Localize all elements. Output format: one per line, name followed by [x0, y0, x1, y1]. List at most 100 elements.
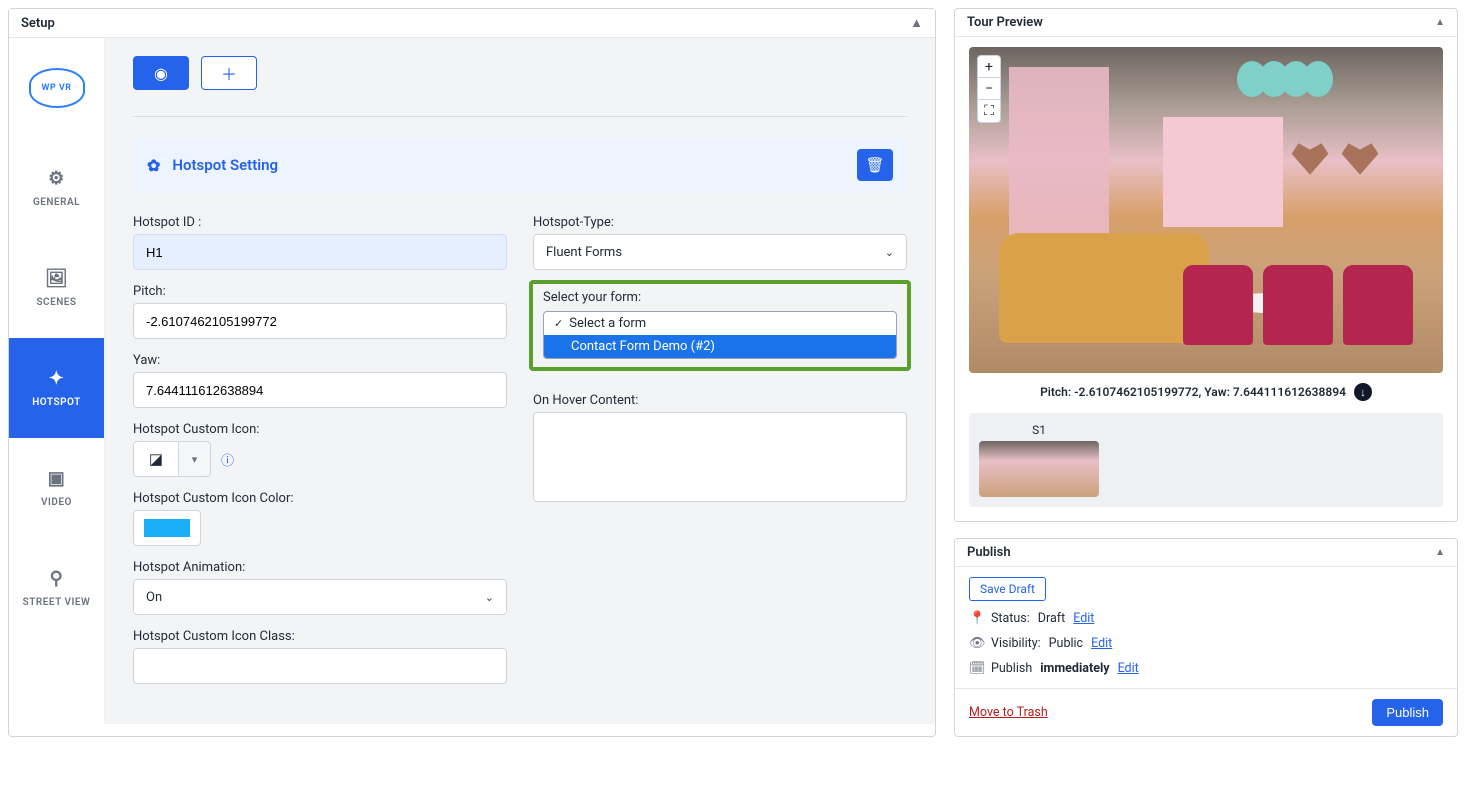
sidebar: WP VR ⚙ GENERAL 🖼 SCENES ✦ HOTSPOT ▣ VID…	[9, 38, 105, 724]
sidebar-item-general[interactable]: ⚙ GENERAL	[9, 138, 104, 238]
edit-visibility-link[interactable]: Edit	[1091, 636, 1112, 651]
decor-balloons	[1245, 61, 1333, 97]
custom-icon-dropdown[interactable]: ▾	[179, 441, 211, 477]
sidebar-item-label: STREET VIEW	[23, 597, 91, 609]
collapse-caret-icon: ▲	[1435, 17, 1445, 28]
eye-icon: 👁	[969, 636, 983, 651]
hotspot-setting-bar: ✿ Hotspot Setting 🗑	[133, 137, 907, 193]
calendar-icon: 🗓	[969, 661, 983, 676]
current-hotspot-button[interactable]: ◉	[133, 56, 189, 90]
animation-value: On	[146, 590, 162, 605]
form-option-contact-demo[interactable]: Contact Form Demo (#2)	[544, 335, 896, 358]
zoom-in-button[interactable]: +	[978, 56, 1000, 78]
zoom-controls: + − ⛶	[977, 55, 1001, 123]
sidebar-item-video[interactable]: ▣ VIDEO	[9, 438, 104, 538]
publish-title: Publish	[967, 545, 1011, 560]
zoom-out-button[interactable]: −	[978, 78, 1000, 100]
pin-icon: 📍	[969, 611, 983, 626]
plus-icon: +	[985, 59, 993, 75]
sidebar-item-hotspot[interactable]: ✦ HOTSPOT	[9, 338, 104, 438]
contact-card-icon: ◪	[149, 450, 163, 468]
status-value: Draft	[1038, 611, 1065, 626]
download-icon[interactable]: ↓	[1354, 383, 1372, 401]
animation-select[interactable]: On ⌄	[133, 579, 507, 615]
edit-schedule-link[interactable]: Edit	[1118, 661, 1139, 676]
hotspot-id-label: Hotspot ID :	[133, 215, 507, 230]
tour-preview-title: Tour Preview	[967, 15, 1043, 30]
save-draft-button[interactable]: Save Draft	[969, 577, 1046, 601]
tour-preview-panel: Tour Preview ▲ + − ⛶	[954, 8, 1458, 522]
sidebar-item-label: HOTSPOT	[32, 397, 81, 408]
image-icon: 🖼	[45, 268, 68, 289]
preview-coordinates: Pitch: -2.6107462105199772, Yaw: 7.64411…	[1040, 385, 1346, 399]
icon-color-picker[interactable]	[133, 510, 201, 546]
select-form-label: Select your form:	[543, 290, 897, 305]
yaw-label: Yaw:	[133, 353, 507, 368]
sidebar-item-label: GENERAL	[33, 197, 80, 208]
sidebar-item-scenes[interactable]: 🖼 SCENES	[9, 238, 104, 338]
gear-icon: ⚙	[48, 168, 65, 189]
tour-preview-header[interactable]: Tour Preview ▲	[955, 9, 1457, 37]
info-icon[interactable]: ⓘ	[221, 450, 234, 469]
hotspot-setting-title: Hotspot Setting	[172, 156, 278, 174]
trash-icon: 🗑	[865, 156, 884, 174]
custom-icon-label: Hotspot Custom Icon:	[133, 422, 507, 437]
wpvr-logo: WP VR	[29, 68, 85, 108]
hotspot-type-select[interactable]: Fluent Forms ⌄	[533, 234, 907, 270]
status-label: Status:	[991, 611, 1030, 626]
publish-header[interactable]: Publish ▲	[955, 539, 1457, 567]
hotspot-type-value: Fluent Forms	[546, 245, 622, 260]
form-select-dropdown[interactable]: Select a form Contact Form Demo (#2)	[543, 311, 897, 359]
setup-panel-title: Setup	[21, 16, 55, 31]
sidebar-item-streetview[interactable]: ⚲ STREET VIEW	[9, 538, 104, 638]
visibility-label: Visibility:	[991, 636, 1041, 651]
select-form-highlight: Select your form: Select a form Contact …	[529, 280, 911, 371]
form-left-column: Hotspot ID : Pitch: Yaw: Hotspot Cu	[133, 215, 507, 684]
icon-class-label: Hotspot Custom Icon Class:	[133, 629, 507, 644]
publish-value: immediately	[1040, 661, 1109, 676]
scene-thumb-s1[interactable]	[979, 441, 1099, 497]
yaw-input[interactable]	[133, 372, 507, 408]
icon-color-label: Hotspot Custom Icon Color:	[133, 491, 507, 506]
dot-icon: ◉	[154, 64, 168, 83]
fullscreen-icon: ⛶	[984, 103, 994, 119]
decor-wall	[1163, 117, 1283, 227]
video-icon: ▣	[48, 468, 66, 489]
form-right-column: Hotspot-Type: Fluent Forms ⌄ Select your…	[533, 215, 907, 684]
delete-hotspot-button[interactable]: 🗑	[857, 149, 893, 181]
decor-sofa	[999, 233, 1209, 343]
add-hotspot-button[interactable]: ＋	[201, 56, 257, 90]
chevron-down-icon: ⌄	[885, 246, 894, 259]
sidebar-item-label: VIDEO	[41, 497, 72, 508]
on-hover-label: On Hover Content:	[533, 393, 907, 408]
custom-icon-button[interactable]: ◪	[133, 441, 179, 477]
minus-icon: −	[985, 81, 993, 97]
chevron-down-icon: ⌄	[485, 591, 494, 604]
pitch-input[interactable]	[133, 303, 507, 339]
publish-button[interactable]: Publish	[1372, 699, 1443, 726]
form-option-placeholder[interactable]: Select a form	[544, 312, 896, 335]
edit-status-link[interactable]: Edit	[1073, 611, 1094, 626]
decor-heart	[1287, 137, 1333, 179]
collapse-caret-icon: ▲	[910, 15, 923, 31]
scene-thumbnails: S1	[969, 413, 1443, 507]
publish-panel: Publish ▲ Save Draft 📍 Status: Draft Edi…	[954, 538, 1458, 737]
chevron-down-icon: ▾	[192, 453, 198, 466]
setup-panel-header[interactable]: Setup ▲	[9, 9, 935, 38]
plus-icon: ＋	[221, 61, 237, 85]
tour-preview-viewport[interactable]: + − ⛶	[969, 47, 1443, 373]
logo: WP VR	[9, 38, 104, 138]
decor-chair	[1183, 265, 1253, 345]
on-hover-textarea[interactable]	[533, 412, 907, 502]
decor-chair	[1263, 265, 1333, 345]
publish-label: Publish	[991, 661, 1032, 676]
pin-icon: ⚲	[50, 568, 64, 589]
pitch-label: Pitch:	[133, 284, 507, 299]
icon-class-input[interactable]	[133, 648, 507, 684]
gear-icon: ✿	[147, 156, 160, 175]
divider	[133, 116, 907, 117]
hotspot-id-input[interactable]	[133, 234, 507, 270]
hotspot-type-label: Hotspot-Type:	[533, 215, 907, 230]
move-to-trash-link[interactable]: Move to Trash	[969, 705, 1048, 720]
fullscreen-button[interactable]: ⛶	[978, 100, 1000, 122]
